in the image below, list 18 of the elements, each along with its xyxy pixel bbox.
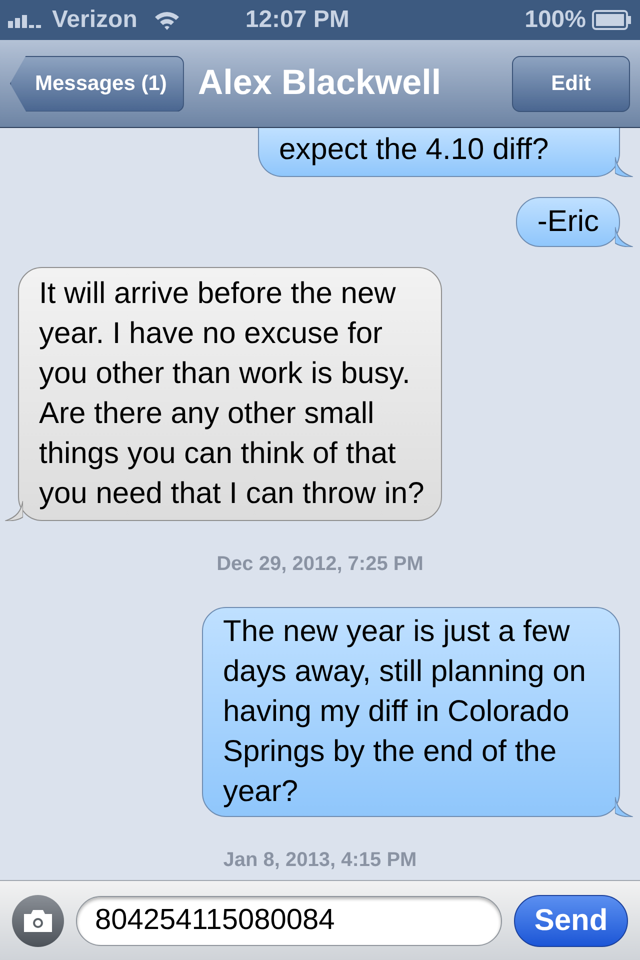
send-button[interactable]: Send [514, 894, 628, 946]
bubble-tail [615, 227, 633, 247]
timestamp: Dec 29, 2012, 7:25 PM [216, 552, 424, 577]
contact-name: Alex Blackwell [198, 62, 442, 104]
bubble-tail [5, 501, 23, 521]
timestamp: Jan 8, 2013, 4:15 PM [223, 848, 417, 873]
battery-icon [592, 10, 632, 30]
camera-button[interactable] [12, 894, 64, 946]
battery-percentage: 100% [524, 5, 586, 35]
wifi-icon [153, 9, 182, 31]
bubble-tail [615, 797, 633, 817]
edit-button[interactable]: Edit [512, 56, 630, 112]
status-time: 12:07 PM [245, 5, 350, 35]
carrier-name: Verizon [52, 5, 138, 35]
camera-icon [22, 908, 54, 934]
back-button[interactable]: Messages (1) [10, 56, 184, 112]
message-input-field[interactable]: 804254115080084 [76, 896, 502, 946]
bubble-tail [615, 157, 633, 177]
